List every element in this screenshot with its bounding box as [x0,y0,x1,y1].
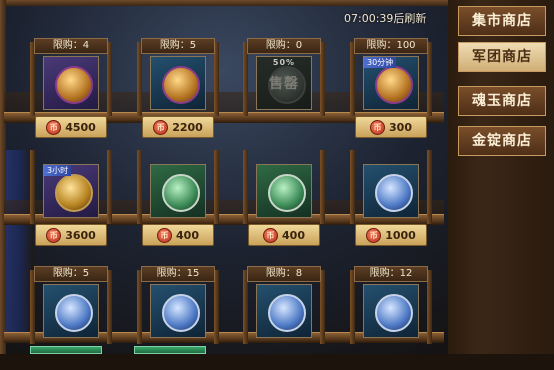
shop-nav-panel: 集市商店 军团商店 魂玉商店 金锭商店 [448,0,554,354]
shop-item[interactable]: 币 1000 [346,146,436,250]
blue-jade-icon [55,294,93,332]
purchase-limit: 限购：15 [141,266,215,282]
purple-gold-pouch-icon [162,66,200,104]
item-tile[interactable] [150,284,206,338]
price-value: 4500 [65,120,96,134]
bottom-button[interactable] [134,346,206,354]
price-button[interactable]: 币 2200 [142,116,214,138]
nav-legion-shop[interactable]: 军团商店 [458,42,546,72]
item-tile[interactable] [150,56,206,110]
green-jade-icon [162,174,200,212]
shelf-post [320,150,325,224]
purchase-limit: 限购：5 [141,38,215,54]
purchase-limit: 限购：0 [247,38,321,54]
purple-gold-pouch-icon [55,66,93,104]
shop-item[interactable]: 限购：8 [239,266,329,370]
blue-jade-icon [162,294,200,332]
nav-market-shop[interactable]: 集市商店 [458,6,546,36]
legion-coin-icon: 币 [153,119,169,135]
shelf-post [107,150,112,224]
frame-top [0,0,450,6]
item-tile[interactable] [150,164,206,218]
purchase-limit: 限购：4 [34,38,108,54]
legion-coin-icon: 币 [366,227,382,243]
shop-item[interactable]: 3小时币 3600 [26,146,116,250]
sold-out-label: 售罄 [269,76,299,92]
price-button[interactable]: 币 300 [355,116,427,138]
price-button[interactable]: 币 1000 [355,224,427,246]
item-tile[interactable]: 30分钟 [363,56,419,110]
shop-item[interactable]: 限购：0 50% 售罄 [239,38,329,142]
blue-jade-icon [375,294,413,332]
hourglass-token-icon [375,66,413,104]
shelf-post [427,150,432,224]
shop-item[interactable]: 限购：5 币 2200 [133,38,223,142]
shop-item[interactable]: 限购：12 [346,266,436,370]
item-tile[interactable]: 3小时 [43,164,99,218]
discount-percent: 50% [272,58,296,67]
nav-gold-ingot-shop[interactable]: 金锭商店 [458,126,546,156]
legion-coin-icon: 币 [157,227,173,243]
shelf-post [30,150,35,224]
legion-coin-icon: 币 [370,119,386,135]
nav-soul-jade-shop[interactable]: 魂玉商店 [458,86,546,116]
hourglass-token-icon [55,174,93,212]
shop-item[interactable]: 限购：15 [133,266,223,370]
duration-tag: 30分钟 [364,57,397,68]
green-jade-icon [268,174,306,212]
duration-tag: 3小时 [44,165,72,176]
sold-out-overlay: 50% 售罄 [257,57,311,109]
bottom-button[interactable] [30,346,102,354]
shop-item[interactable]: 限购：4 币 4500 [26,38,116,142]
price-value: 400 [282,228,305,242]
price-value: 300 [389,120,412,134]
item-tile[interactable] [43,56,99,110]
shelf-post [350,150,355,224]
shop-item[interactable]: 币 400 [239,146,329,250]
price-value: 400 [176,228,199,242]
refresh-timer: 07:00:39后刷新 [344,12,427,25]
blue-jade-icon [268,294,306,332]
purchase-limit: 限购：100 [354,38,428,54]
price-button[interactable]: 币 400 [248,224,320,246]
shop-item[interactable]: 限购：100 30分钟币 300 [346,38,436,142]
legion-coin-icon: 币 [263,227,279,243]
price-button[interactable]: 币 3600 [35,224,107,246]
item-tile[interactable] [43,284,99,338]
blue-jade-icon [375,174,413,212]
item-tile[interactable] [256,284,312,338]
frame-left [0,0,6,354]
item-tile[interactable] [363,284,419,338]
price-button[interactable]: 币 4500 [35,116,107,138]
legion-coin-icon: 币 [46,227,62,243]
shelf-post [214,150,219,224]
purchase-limit: 限购：5 [34,266,108,282]
price-value: 1000 [385,228,416,242]
shop-item[interactable]: 币 400 [133,146,223,250]
price-button[interactable]: 币 400 [142,224,214,246]
purchase-limit: 限购：12 [354,266,428,282]
purchase-limit: 限购：8 [247,266,321,282]
item-tile[interactable] [363,164,419,218]
price-value: 2200 [172,120,203,134]
shelf-post [137,150,142,224]
price-value: 3600 [65,228,96,242]
shelf-post [243,150,248,224]
legion-coin-icon: 币 [46,119,62,135]
item-tile[interactable] [256,164,312,218]
shop-item[interactable]: 限购：5 [26,266,116,370]
item-tile[interactable]: 50% 售罄 [256,56,312,110]
